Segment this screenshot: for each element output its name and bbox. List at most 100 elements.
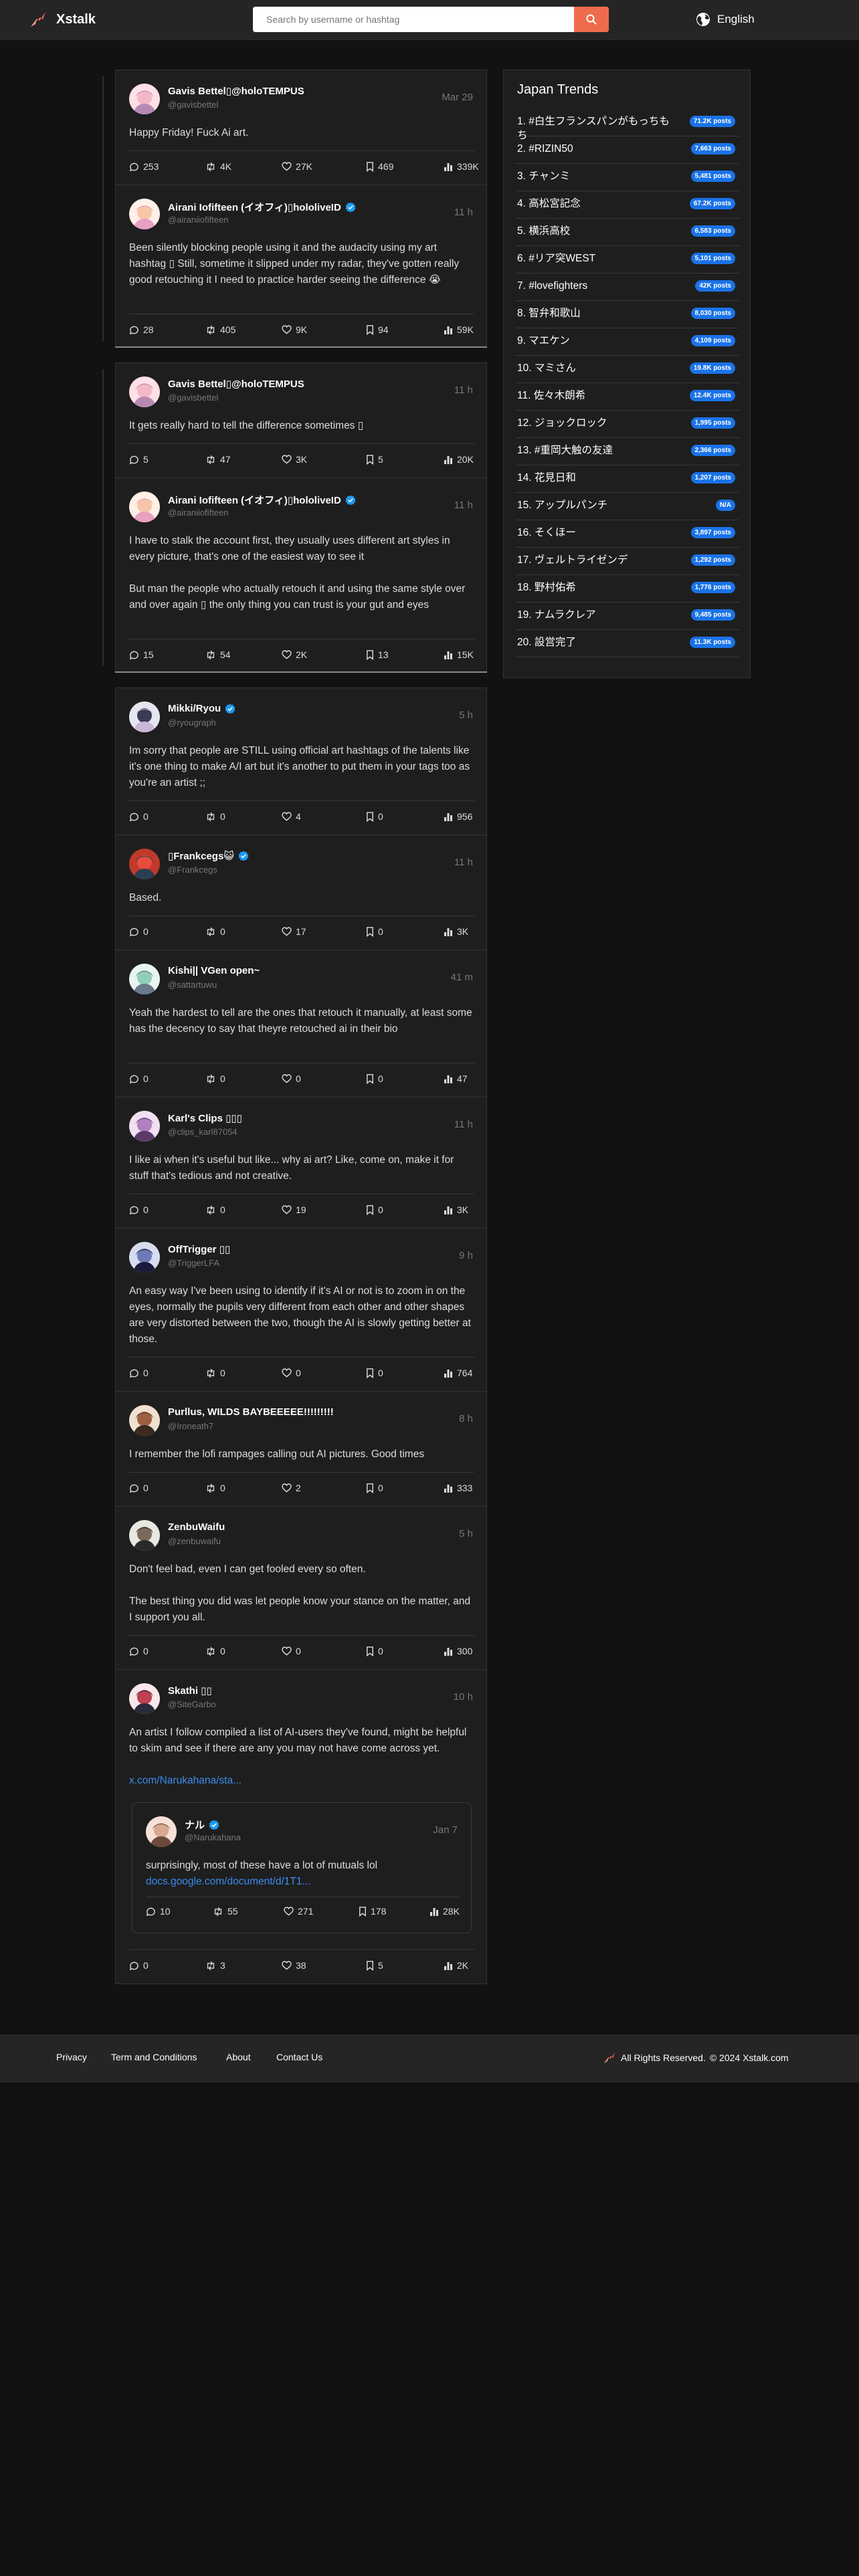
trend-item[interactable]: 5. 横浜高校 6,583 posts xyxy=(516,219,739,246)
user-name[interactable]: OffTrigger ▯▯ xyxy=(168,1243,230,1255)
user-handle[interactable]: @airaniiofifteen xyxy=(168,508,229,518)
like-action[interactable]: 271 xyxy=(284,1906,313,1917)
post-link[interactable]: docs.google.com/document/d/1T1... xyxy=(146,1874,459,1890)
trend-item[interactable]: 17. ヴェルトライゼンデ 1,292 posts xyxy=(516,548,739,575)
user-handle[interactable]: @SiteGarbo xyxy=(168,1699,216,1709)
user-name[interactable]: ナル xyxy=(185,1818,219,1832)
repost-action[interactable]: 55 xyxy=(213,1906,238,1917)
user-name[interactable]: Gavis Bettel▯@holoTEMPUS xyxy=(168,378,304,390)
bookmark-action[interactable]: 5 xyxy=(366,454,383,465)
user-handle[interactable]: @Narukahana xyxy=(185,1832,241,1842)
trend-item[interactable]: 16. そくほー 3,897 posts xyxy=(516,520,739,548)
display-name[interactable]: Airani Iofifteen (イオフィ)▯hololiveID xyxy=(168,200,341,214)
bookmark-action[interactable]: 94 xyxy=(366,324,389,335)
trend-item[interactable]: 6. #リア突WEST 5,101 posts xyxy=(516,246,739,274)
post-time[interactable]: 11 h xyxy=(454,500,473,511)
display-name[interactable]: Airani Iofifteen (イオフィ)▯hololiveID xyxy=(168,493,341,507)
trend-name[interactable]: 14. 花見日和 xyxy=(517,471,676,485)
avatar[interactable] xyxy=(146,1816,177,1847)
like-action[interactable]: 27K xyxy=(282,161,312,172)
post-time[interactable]: 9 h xyxy=(459,1250,473,1261)
repost-action[interactable]: 0 xyxy=(205,811,225,822)
user-name[interactable]: Karl's Clips ▯▯▯ xyxy=(168,1112,242,1124)
post-time[interactable]: 5 h xyxy=(459,710,473,721)
like-action[interactable]: 3K xyxy=(282,454,307,465)
search-button[interactable] xyxy=(574,7,609,32)
user-handle[interactable]: @airaniiofifteen xyxy=(168,215,229,225)
avatar[interactable] xyxy=(129,1111,160,1142)
display-name[interactable]: Karl's Clips ▯▯▯ xyxy=(168,1112,242,1124)
trend-name[interactable]: 12. ジョックロック xyxy=(517,416,676,430)
bookmark-action[interactable]: 0 xyxy=(366,1646,383,1656)
post-time[interactable]: 41 m xyxy=(451,972,473,983)
avatar[interactable] xyxy=(129,377,160,407)
like-action[interactable]: 0 xyxy=(282,1368,301,1378)
bookmark-action[interactable]: 0 xyxy=(366,1204,383,1215)
trend-name[interactable]: 13. #重岡大触の友達 xyxy=(517,443,676,457)
user-name[interactable]: ZenbuWaifu xyxy=(168,1521,225,1533)
avatar[interactable] xyxy=(129,1683,160,1714)
repost-action[interactable]: 0 xyxy=(205,926,225,937)
trend-item[interactable]: 2. #RIZIN50 7,663 posts xyxy=(516,136,739,164)
post-time[interactable]: 10 h xyxy=(454,1691,473,1703)
reply-action[interactable]: 253 xyxy=(129,161,159,172)
trend-item[interactable]: 7. #lovefighters 42K posts xyxy=(516,274,739,301)
user-handle[interactable]: @clips_karl87054 xyxy=(168,1127,237,1137)
user-handle[interactable]: @Frankcegs xyxy=(168,865,217,875)
post-time[interactable]: 11 h xyxy=(454,385,473,396)
like-action[interactable]: 19 xyxy=(282,1204,306,1215)
repost-action[interactable]: 47 xyxy=(205,454,231,465)
trend-item[interactable]: 8. 智弁和歌山 8,030 posts xyxy=(516,301,739,328)
reply-action[interactable]: 0 xyxy=(129,926,149,937)
display-name[interactable]: ▯Frankcegs😺 xyxy=(168,850,234,862)
bookmark-action[interactable]: 0 xyxy=(366,1483,383,1493)
search-input[interactable] xyxy=(253,7,574,32)
footer-link-about[interactable]: About xyxy=(226,2052,251,2062)
avatar[interactable] xyxy=(129,702,160,732)
trend-name[interactable]: 11. 佐々木朗希 xyxy=(517,389,676,403)
avatar[interactable] xyxy=(129,84,160,114)
post-link[interactable]: x.com/Narukahana/sta... xyxy=(129,1773,474,1789)
user-handle[interactable]: @ryougraph xyxy=(168,718,216,728)
trend-name[interactable]: 18. 野村佑希 xyxy=(517,580,676,595)
trend-name[interactable]: 8. 智弁和歌山 xyxy=(517,306,676,320)
trend-name[interactable]: 17. ヴェルトライゼンデ xyxy=(517,553,676,567)
user-name[interactable]: Kishi|| VGen open~ xyxy=(168,965,260,976)
like-action[interactable]: 0 xyxy=(282,1646,301,1656)
bookmark-action[interactable]: 469 xyxy=(366,161,393,172)
avatar[interactable] xyxy=(129,492,160,522)
like-action[interactable]: 2 xyxy=(282,1483,301,1493)
post-time[interactable]: 11 h xyxy=(454,207,473,218)
trend-name[interactable]: 19. ナムラクレア xyxy=(517,608,676,622)
user-name[interactable]: Gavis Bettel▯@holoTEMPUS xyxy=(168,85,304,97)
reply-action[interactable]: 0 xyxy=(129,1073,149,1084)
trend-name[interactable]: 15. アップルパンチ xyxy=(517,498,676,512)
display-name[interactable]: ZenbuWaifu xyxy=(168,1521,225,1533)
display-name[interactable]: Gavis Bettel▯@holoTEMPUS xyxy=(168,85,304,97)
avatar[interactable] xyxy=(129,849,160,879)
reply-action[interactable]: 0 xyxy=(129,1483,149,1493)
trend-name[interactable]: 2. #RIZIN50 xyxy=(517,142,676,156)
avatar[interactable] xyxy=(129,1520,160,1551)
bookmark-action[interactable]: 0 xyxy=(366,926,383,937)
trend-item[interactable]: 9. マエケン 4,109 posts xyxy=(516,328,739,356)
footer-link-contact[interactable]: Contact Us xyxy=(276,2052,322,2062)
reply-action[interactable]: 5 xyxy=(129,454,149,465)
trend-item[interactable]: 20. 設営完了 11.3K posts xyxy=(516,630,739,657)
trend-name[interactable]: 4. 高松宮記念 xyxy=(517,197,676,211)
user-name[interactable]: Airani Iofifteen (イオフィ)▯hololiveID xyxy=(168,493,356,507)
trend-name[interactable]: 16. そくほー xyxy=(517,526,676,540)
trend-name[interactable]: 10. マミさん xyxy=(517,361,676,375)
post-time[interactable]: 11 h xyxy=(454,1119,473,1130)
post-time[interactable]: Mar 29 xyxy=(442,92,473,103)
user-name[interactable]: Mikki/Ryou xyxy=(168,703,235,714)
display-name[interactable]: Gavis Bettel▯@holoTEMPUS xyxy=(168,378,304,390)
avatar[interactable] xyxy=(129,199,160,229)
trend-item[interactable]: 14. 花見日和 1,207 posts xyxy=(516,465,739,493)
trend-item[interactable]: 3. チャンミ 5,481 posts xyxy=(516,164,739,191)
display-name[interactable]: ナル xyxy=(185,1818,205,1832)
reply-action[interactable]: 0 xyxy=(129,1960,149,1971)
bookmark-action[interactable]: 13 xyxy=(366,649,389,660)
footer-link-privacy[interactable]: Privacy xyxy=(56,2052,87,2062)
trend-item[interactable]: 4. 高松宮記念 67.2K posts xyxy=(516,191,739,219)
